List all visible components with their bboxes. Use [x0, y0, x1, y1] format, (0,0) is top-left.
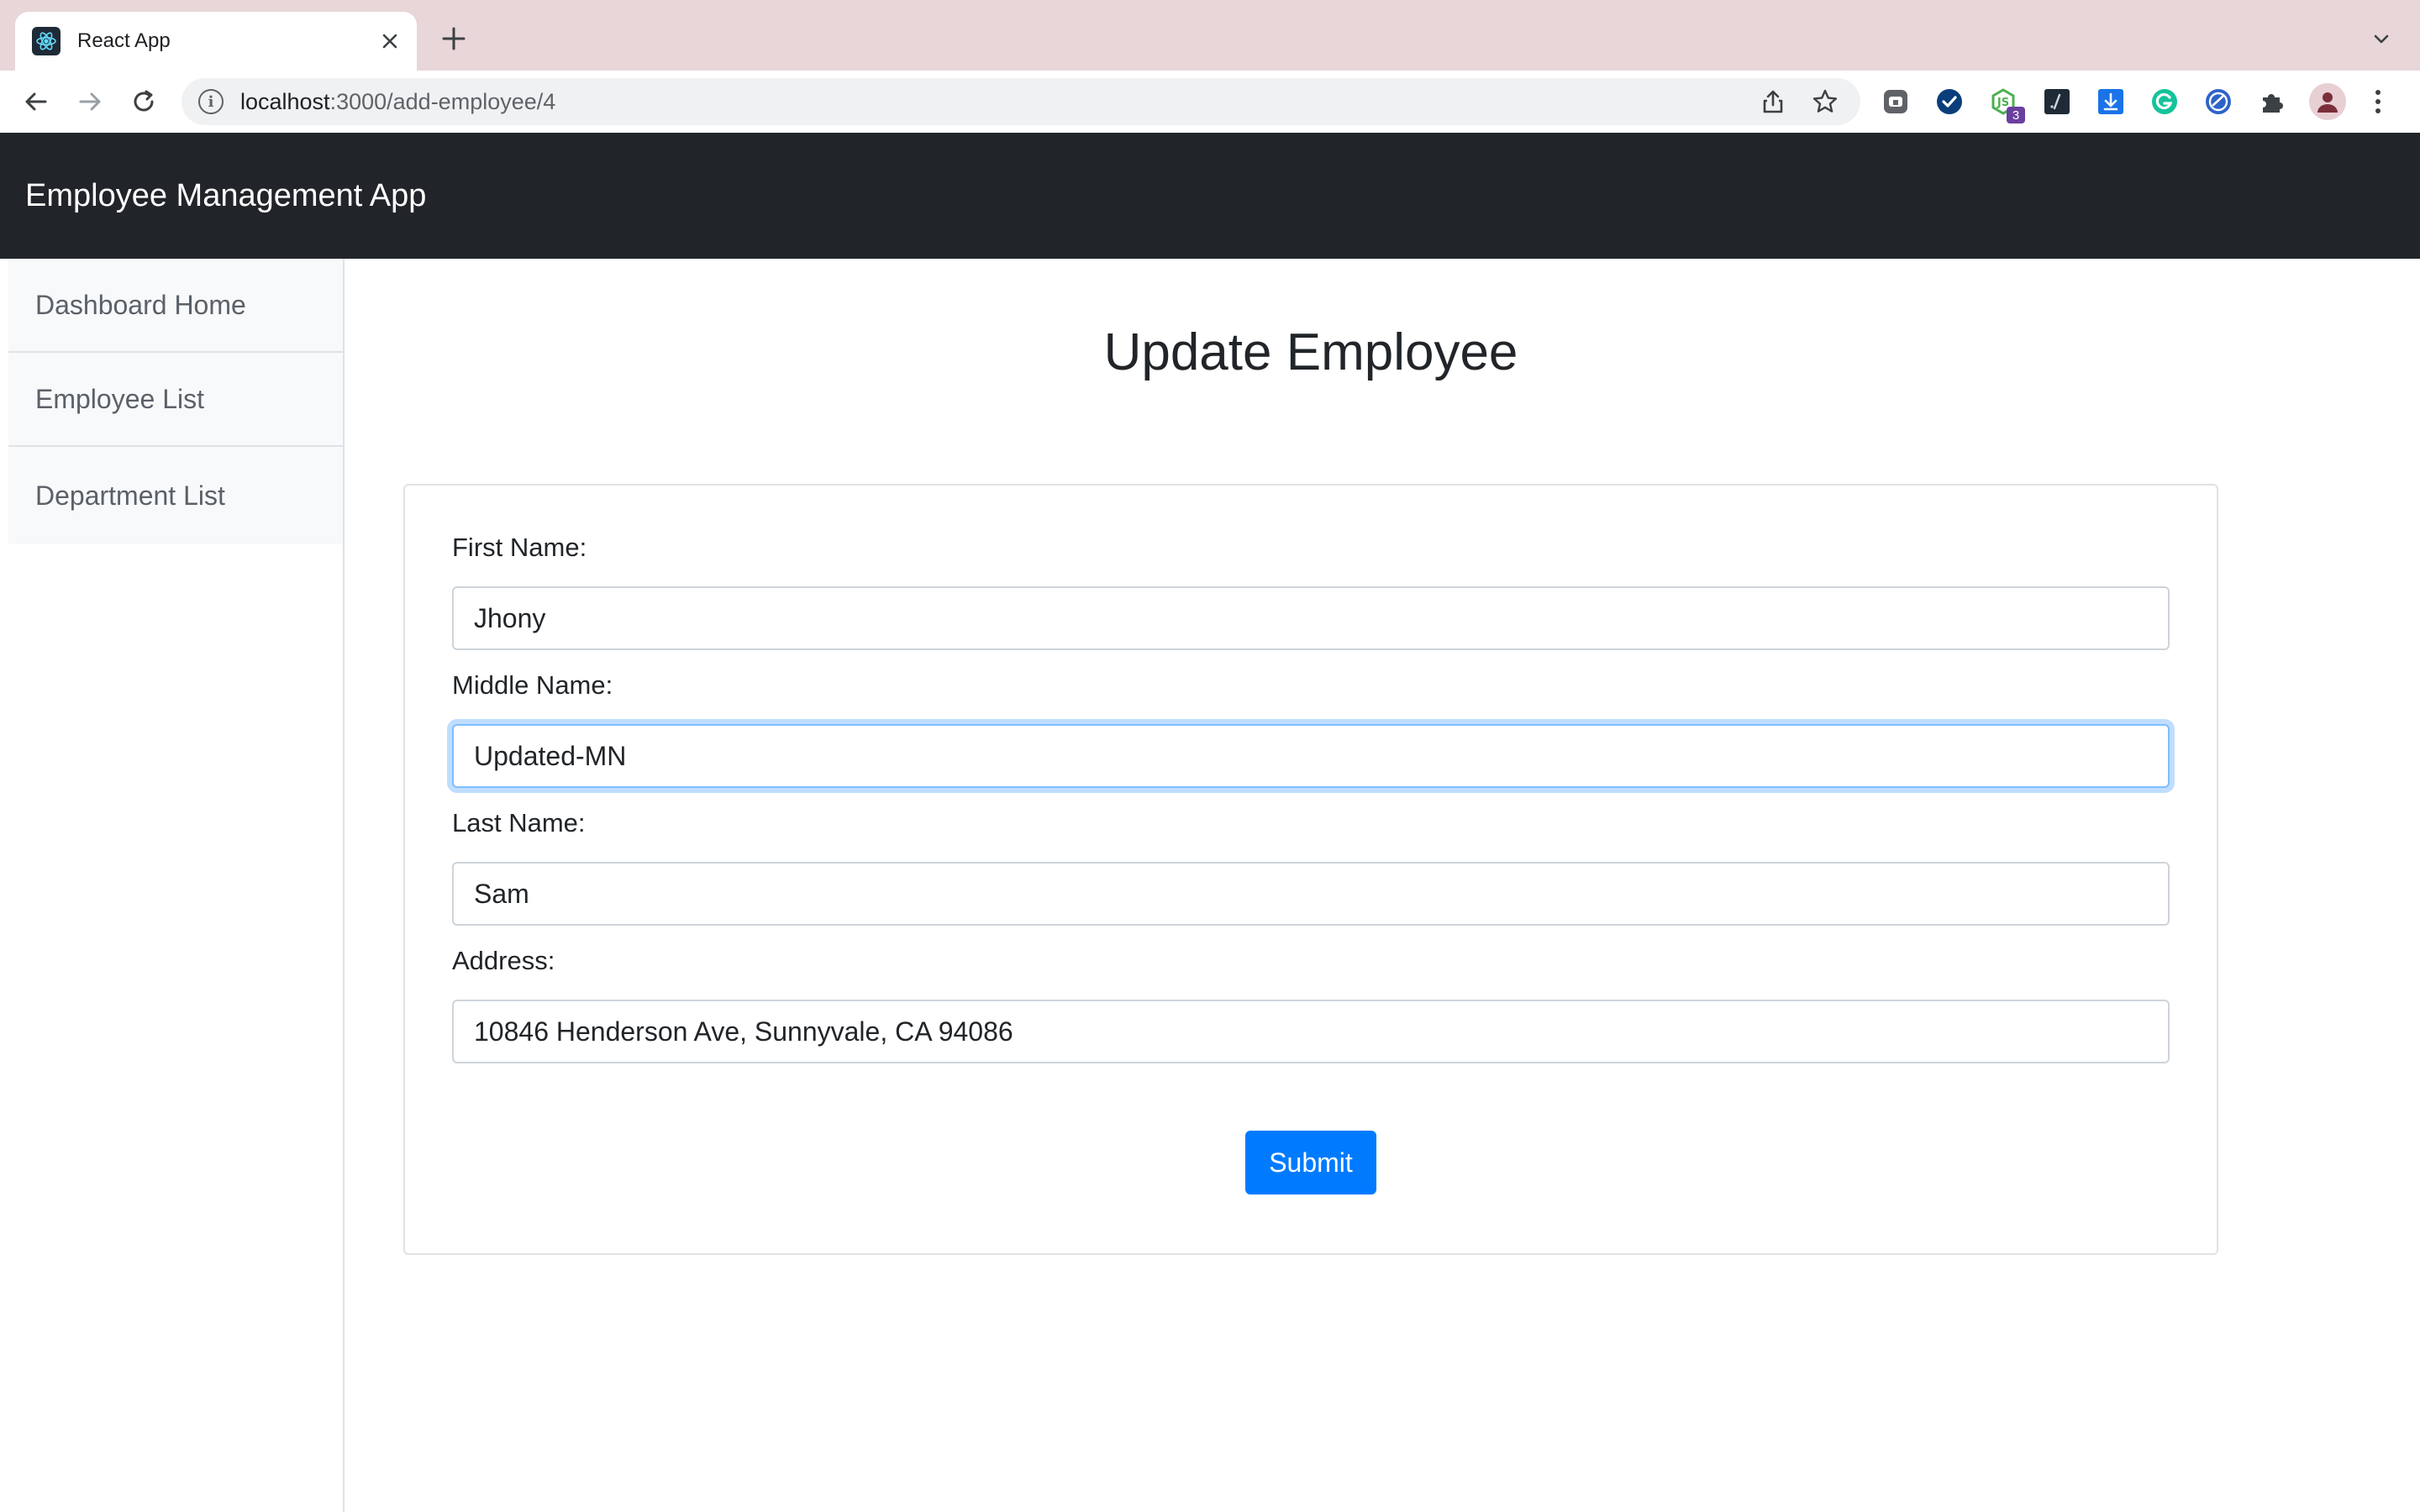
- first-name-input[interactable]: [452, 586, 2170, 650]
- chevron-down-icon[interactable]: [2366, 24, 2396, 54]
- extension-edge-icon[interactable]: [2202, 85, 2235, 118]
- sidebar-item-dashboard-home[interactable]: Dashboard Home: [8, 259, 343, 353]
- puzzle-icon[interactable]: [2255, 85, 2289, 118]
- extension-ghost-icon[interactable]: [1879, 85, 1912, 118]
- grammarly-icon[interactable]: [2148, 85, 2181, 118]
- new-tab-button[interactable]: [435, 20, 472, 57]
- url-host: localhost: [240, 88, 330, 114]
- sidebar-item-department-list[interactable]: Department List: [8, 447, 343, 544]
- share-icon[interactable]: [1756, 85, 1790, 118]
- extension-node-icon[interactable]: JS 3: [1986, 85, 2025, 123]
- extension-check-icon[interactable]: [1933, 85, 1966, 118]
- react-logo-icon: [32, 27, 60, 55]
- back-arrow-icon[interactable]: [17, 82, 55, 121]
- address-label: Address:: [452, 946, 555, 975]
- extension-terminal-icon[interactable]: [2040, 85, 2074, 118]
- url-path: :3000/add-employee/4: [329, 88, 556, 114]
- last-name-label: Last Name:: [452, 808, 586, 837]
- info-icon[interactable]: i: [198, 89, 224, 114]
- middle-name-input[interactable]: [452, 724, 2170, 788]
- browser-tabstrip: React App: [0, 0, 2420, 71]
- page-title: Update Employee: [1103, 323, 1518, 381]
- address-bar[interactable]: i localhost:3000/add-employee/4: [182, 78, 1860, 125]
- employee-form: First Name: Middle Name: Last Name: Addr…: [403, 484, 2218, 1255]
- star-icon[interactable]: [1808, 85, 1842, 118]
- profile-avatar-icon[interactable]: [2309, 83, 2346, 120]
- sidebar-item-employee-list[interactable]: Employee List: [8, 353, 343, 447]
- browser-tab[interactable]: React App: [15, 12, 417, 71]
- forward-arrow-icon[interactable]: [71, 82, 109, 121]
- reload-icon[interactable]: [124, 82, 163, 121]
- app-brand[interactable]: Employee Management App: [25, 178, 426, 214]
- extensions-bar: JS 3: [1879, 82, 2386, 123]
- url-text[interactable]: localhost:3000/add-employee/4: [240, 89, 1756, 115]
- extension-badge: 3: [2007, 107, 2025, 123]
- last-name-input[interactable]: [452, 862, 2170, 926]
- extension-download-icon[interactable]: [2094, 85, 2128, 118]
- sidebar: Dashboard Home Employee List Department …: [0, 259, 345, 1512]
- close-icon[interactable]: [375, 26, 405, 56]
- browser-toolbar: i localhost:3000/add-employee/4 JS 3: [0, 71, 2420, 134]
- sidebar-list: Dashboard Home Employee List Department …: [8, 259, 343, 544]
- middle-name-label: Middle Name:: [452, 670, 613, 700]
- app-navbar: Employee Management App: [0, 133, 2420, 259]
- tab-title: React App: [77, 29, 171, 52]
- more-vert-icon[interactable]: [2370, 83, 2386, 120]
- address-input[interactable]: [452, 1000, 2170, 1063]
- first-name-label: First Name:: [452, 533, 587, 562]
- submit-button[interactable]: Submit: [1245, 1131, 1376, 1194]
